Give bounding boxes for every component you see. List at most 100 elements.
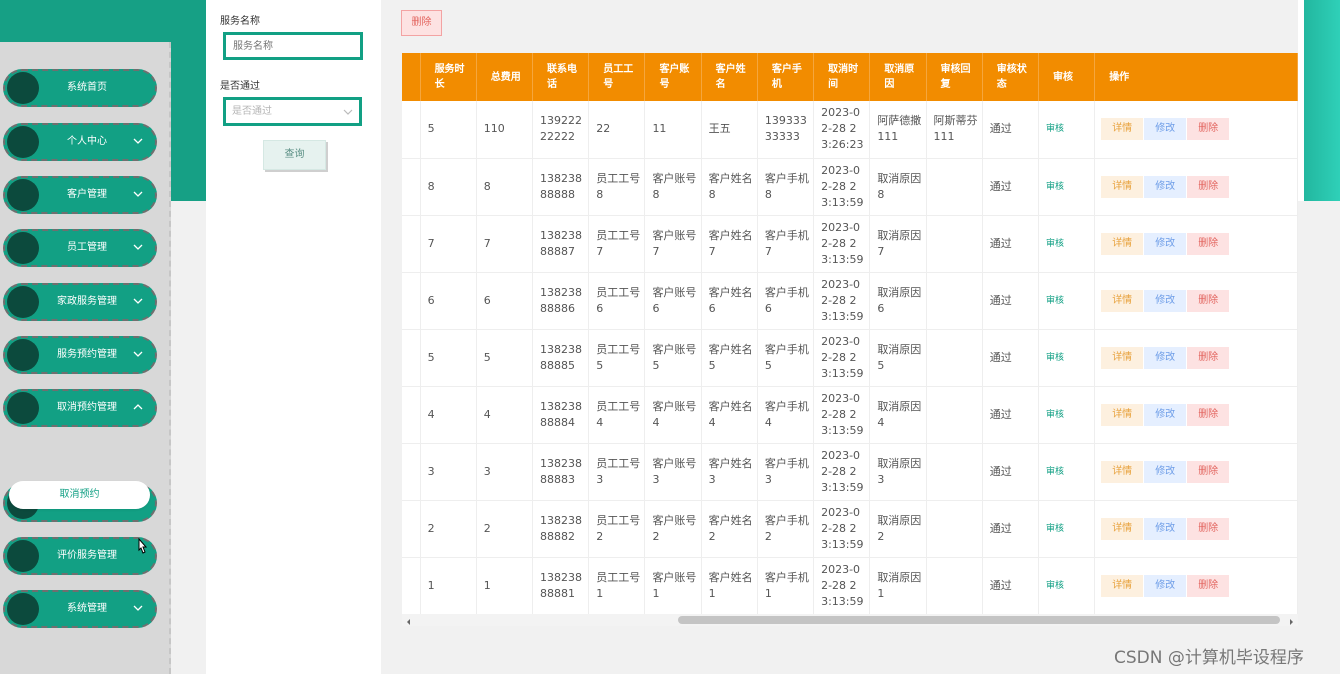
header-checkbox-col [402, 53, 421, 101]
cell-duration: 4 [420, 386, 477, 444]
cell-reply: 阿斯蒂芬111 [926, 101, 983, 159]
detail-button[interactable]: 详情 [1101, 460, 1144, 483]
sidebar-item-2[interactable]: 客户管理 [3, 176, 157, 214]
cell-status: 通过 [982, 386, 1039, 444]
cell-reason: 取消原因4 [869, 386, 927, 444]
audit-link[interactable]: 审核 [1038, 557, 1096, 615]
cell-account: 客户账号1 [644, 557, 702, 615]
audit-link[interactable]: 审核 [1038, 386, 1096, 444]
edit-button[interactable]: 修改 [1144, 175, 1187, 198]
submenu-item-cancel-booking[interactable]: 取消预约 [9, 481, 150, 509]
row-select-cell[interactable] [402, 386, 421, 444]
bulk-delete-button[interactable]: 删除 [401, 10, 442, 36]
sidebar-item-1[interactable]: 个人中心 [3, 123, 157, 161]
delete-button[interactable]: 删除 [1187, 118, 1230, 141]
scroll-left-icon[interactable] [405, 616, 413, 625]
detail-button[interactable]: 详情 [1101, 346, 1144, 369]
scrollbar-thumb[interactable] [678, 616, 1280, 624]
table-row: 8 8 13823888888 员工工号8 客户账号8 客户姓名8 客户手机8 2023-02… [402, 158, 1298, 216]
audit-link[interactable]: 审核 [1038, 215, 1096, 273]
edit-button[interactable]: 修改 [1144, 232, 1187, 255]
audit-link[interactable]: 审核 [1038, 443, 1096, 501]
edit-button[interactable]: 修改 [1144, 289, 1187, 312]
sidebar-item-4[interactable]: 家政服务管理 [3, 283, 157, 321]
cell-name: 客户姓名4 [701, 386, 758, 444]
audit-link[interactable]: 审核 [1038, 158, 1096, 216]
sidebar-item-3[interactable]: 员工管理 [3, 229, 157, 267]
delete-button[interactable]: 删除 [1187, 346, 1230, 369]
row-select-cell[interactable] [402, 557, 421, 615]
audit-link[interactable]: 审核 [1038, 101, 1096, 159]
edit-button[interactable]: 修改 [1144, 118, 1187, 141]
sidebar-item-0[interactable]: 系统首页 [3, 69, 157, 107]
detail-button[interactable]: 详情 [1101, 403, 1144, 426]
sidebar-item-5[interactable]: 服务预约管理 [3, 336, 157, 374]
delete-button[interactable]: 删除 [1187, 403, 1230, 426]
table-row: 2 2 13823888882 员工工号2 客户账号2 客户姓名2 客户手机2 2023-02… [402, 500, 1298, 558]
detail-button[interactable]: 详情 [1101, 118, 1144, 141]
edit-button[interactable]: 修改 [1144, 517, 1187, 540]
delete-button[interactable]: 删除 [1187, 175, 1230, 198]
sidebar-item-9[interactable]: 系统管理 [3, 590, 157, 628]
delete-button[interactable]: 删除 [1187, 517, 1230, 540]
cell-mobile: 客户手机8 [757, 158, 815, 216]
sidebar-item-6[interactable]: 取消预约管理 [3, 389, 157, 427]
mouse-cursor-icon [135, 537, 149, 559]
row-select-cell[interactable] [402, 329, 421, 387]
table-body: 5 110 13922222222 22 11 王五 13933333333 2023-02-… [402, 101, 1298, 615]
cell-reason: 取消原因3 [869, 443, 927, 501]
chevron-down-icon [133, 136, 145, 148]
cell-fee: 3 [476, 443, 534, 501]
row-actions: 详情 修改 删除 [1094, 101, 1298, 159]
detail-button[interactable]: 详情 [1101, 289, 1144, 312]
sidebar-item-8[interactable]: 评价服务管理 [3, 537, 157, 575]
delete-button[interactable]: 删除 [1187, 460, 1230, 483]
pass-status-label: 是否通过 [220, 81, 260, 92]
chevron-down-icon [133, 349, 145, 361]
pass-status-placeholder: 是否通过 [232, 106, 272, 117]
cell-staff-no: 员工工号1 [588, 557, 646, 615]
row-select-cell[interactable] [402, 215, 421, 273]
edit-button[interactable]: 修改 [1144, 403, 1187, 426]
scroll-right-icon[interactable] [1287, 616, 1295, 625]
column-header: 取消原因 [869, 53, 927, 101]
detail-button[interactable]: 详情 [1101, 232, 1144, 255]
cell-reason: 取消原因6 [869, 272, 927, 330]
edit-button[interactable]: 修改 [1144, 574, 1187, 597]
row-select-cell[interactable] [402, 101, 421, 159]
detail-button[interactable]: 详情 [1101, 574, 1144, 597]
audit-link[interactable]: 审核 [1038, 329, 1096, 387]
service-name-input[interactable] [223, 32, 363, 60]
sidebar-item-label: 取消预约管理 [57, 402, 117, 413]
detail-button[interactable]: 详情 [1101, 517, 1144, 540]
row-select-cell[interactable] [402, 443, 421, 501]
cell-account: 11 [644, 101, 702, 159]
delete-button[interactable]: 删除 [1187, 232, 1230, 255]
delete-button[interactable]: 删除 [1187, 574, 1230, 597]
cell-status: 通过 [982, 158, 1039, 216]
edit-button[interactable]: 修改 [1144, 346, 1187, 369]
row-select-cell[interactable] [402, 500, 421, 558]
delete-button[interactable]: 删除 [1187, 289, 1230, 312]
cell-status: 通过 [982, 329, 1039, 387]
row-select-cell[interactable] [402, 158, 421, 216]
menu-knob-icon [7, 232, 39, 264]
edit-button[interactable]: 修改 [1144, 460, 1187, 483]
row-actions: 详情 修改 删除 [1094, 329, 1298, 387]
audit-link[interactable]: 审核 [1038, 500, 1096, 558]
pass-status-select[interactable]: 是否通过 [223, 97, 362, 126]
cell-duration: 7 [420, 215, 477, 273]
service-name-label: 服务名称 [220, 16, 260, 27]
sidebar-item-label: 家政服务管理 [57, 296, 117, 307]
horizontal-scrollbar[interactable] [402, 614, 1298, 626]
header-banner-right [1298, 0, 1340, 201]
audit-link[interactable]: 审核 [1038, 272, 1096, 330]
row-select-cell[interactable] [402, 272, 421, 330]
cell-reason: 取消原因1 [869, 557, 927, 615]
query-button[interactable]: 查询 [263, 140, 326, 170]
column-header: 客户姓名 [701, 53, 758, 101]
cell-account: 客户账号8 [644, 158, 702, 216]
detail-button[interactable]: 详情 [1101, 175, 1144, 198]
search-panel: 服务名称 是否通过 是否通过 查询 [206, 0, 381, 674]
chevron-down-icon [133, 189, 145, 201]
